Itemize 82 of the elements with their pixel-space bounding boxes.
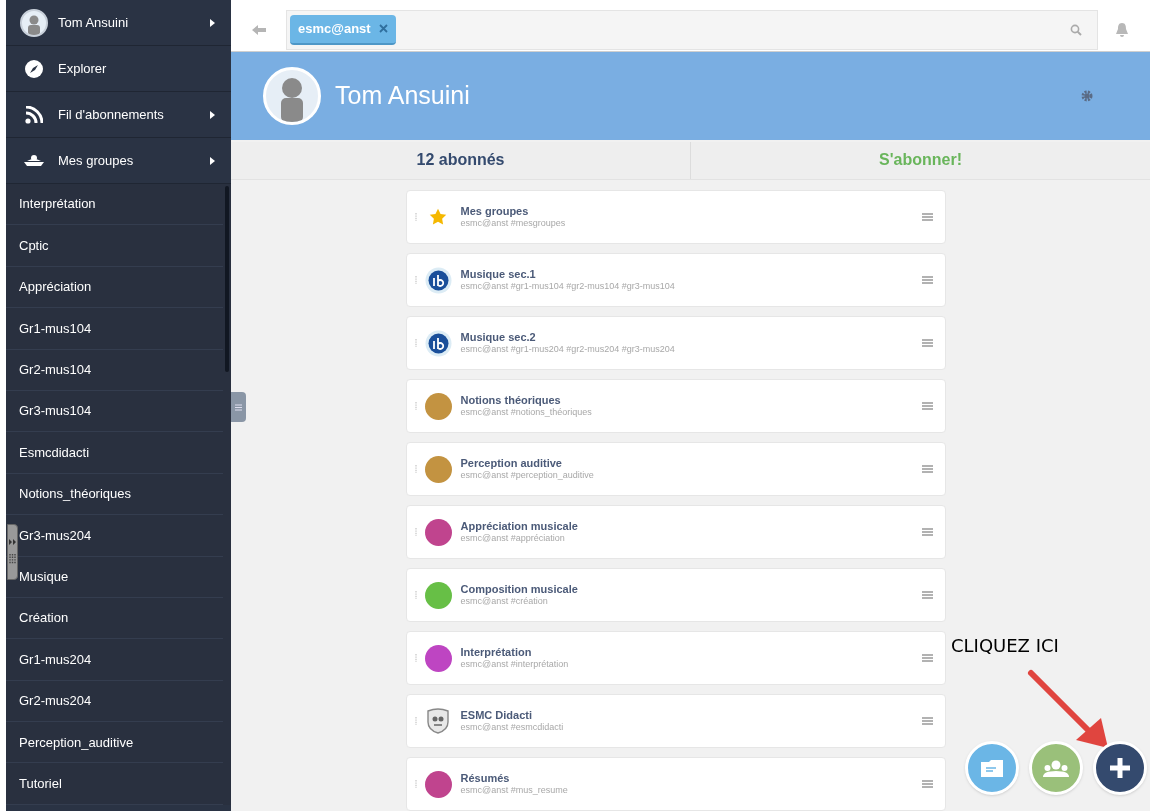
menu-icon[interactable]	[921, 276, 933, 284]
channel-card[interactable]: Musique sec.1 esmc@anst #gr1-mus104 #gr2-mus104 #gr3-mus104	[405, 253, 946, 307]
group-link[interactable]: Tutoriel	[6, 763, 223, 805]
channel-card[interactable]: Perception auditive esmc@anst #perception_auditive	[405, 442, 946, 496]
menu-icon[interactable]	[921, 717, 933, 725]
settings-icon[interactable]	[1081, 90, 1093, 103]
channel-title: Notions théoriques	[460, 393, 562, 408]
ib-logo-icon	[424, 266, 452, 294]
menu-item[interactable]: Tom Ansuini	[6, 0, 231, 46]
rss-icon	[25, 105, 43, 124]
close-icon[interactable]	[378, 24, 388, 34]
crest-icon	[426, 708, 450, 734]
channel-title: Musique sec.2	[460, 330, 537, 345]
channel-title: ESMC Didacti	[460, 708, 533, 723]
channel-card[interactable]: Musique sec.2 esmc@anst #gr1-mus204 #gr2-mus204 #gr3-mus204	[405, 316, 946, 370]
back-arrow-icon	[251, 24, 266, 35]
channel-title: Perception auditive	[460, 456, 563, 471]
compass-icon	[25, 59, 43, 78]
channel-title: Appréciation musicale	[460, 519, 579, 534]
channel-card[interactable]: ESMC Didacti esmc@anst #esmcdidacti	[405, 694, 946, 748]
menu-icon[interactable]	[921, 591, 933, 599]
group-link[interactable]: Gr2-mus204	[6, 680, 223, 723]
folder-button[interactable]	[965, 741, 1019, 795]
channel-tags: esmc@anst #notions_théoriques	[460, 407, 922, 419]
fast-forward-icon	[9, 539, 16, 545]
group-link[interactable]: Appréciation	[6, 266, 223, 309]
group-link[interactable]: Création	[6, 597, 223, 640]
channel-title: Résumés	[460, 771, 511, 786]
channel-title: Musique sec.1	[460, 267, 537, 282]
group-link[interactable]: Cptic	[6, 225, 223, 267]
channel-title: Interprétation	[460, 645, 533, 660]
star-icon	[429, 208, 447, 226]
bell-icon[interactable]	[1115, 21, 1129, 38]
group-link[interactable]: Gr1-mus104	[6, 308, 223, 350]
groups-icon	[24, 154, 44, 167]
menu-icon[interactable]	[921, 780, 933, 788]
menu-icon[interactable]	[921, 654, 933, 662]
channel-card[interactable]: Notions théoriques esmc@anst #notions_théoriques	[405, 379, 946, 433]
channel-tags: esmc@anst #interprétation	[460, 659, 922, 671]
channel-tags: esmc@anst #mus_resume	[460, 785, 922, 797]
followers-tab[interactable]: 12 abonnés	[231, 141, 690, 179]
channel-tags: esmc@anst #gr1-mus204 #gr2-mus204 #gr3-mus204	[460, 344, 922, 356]
channel-card[interactable]: Interprétation esmc@anst #interprétation	[405, 631, 946, 685]
annotation-text: CLIQUEZ ICI	[951, 634, 1059, 658]
add-button[interactable]	[1093, 741, 1147, 795]
floating-widget[interactable]	[7, 524, 18, 580]
channel-card[interactable]: Appréciation musicale esmc@anst #appréciation	[405, 505, 946, 559]
menu-icon[interactable]	[921, 465, 933, 473]
group-link[interactable]: Perception_auditive	[6, 722, 223, 764]
group-link[interactable]: Esmcdidacti	[6, 432, 223, 474]
group-link[interactable]: Gr1-mus204	[6, 639, 223, 681]
ib-logo-icon	[424, 329, 452, 357]
channel-tags: esmc@anst #perception_auditive	[460, 470, 922, 482]
channel-card[interactable]: Résumés esmc@anst #mus_resume	[405, 757, 946, 811]
channel-card[interactable]: Composition musicale esmc@anst #création	[405, 568, 946, 622]
folder-icon	[981, 759, 1003, 777]
channel-tags: esmc@anst #appréciation	[460, 533, 922, 545]
menu-icon[interactable]	[921, 213, 933, 221]
channel-card[interactable]: Mes groupes esmc@anst #mesgroupes	[405, 190, 946, 244]
search-icon[interactable]	[1070, 23, 1082, 36]
menu-icon[interactable]	[921, 402, 933, 410]
group-link[interactable]: Gr3-mus104	[6, 390, 223, 433]
group-button[interactable]	[1029, 741, 1083, 795]
people-icon	[1043, 759, 1069, 777]
avatar	[20, 8, 48, 37]
grip-icon	[9, 553, 16, 565]
profile-name: Tom Ansuini	[335, 80, 470, 112]
menu-icon[interactable]	[921, 339, 933, 347]
group-link[interactable]: Gr2-mus104	[6, 349, 223, 391]
group-link[interactable]: Interprétation	[6, 184, 223, 226]
scroll-handle[interactable]	[231, 392, 246, 422]
plus-icon	[1108, 756, 1132, 780]
avatar	[263, 67, 321, 126]
group-link[interactable]: Notions_théoriques	[6, 473, 223, 516]
menu-item[interactable]: Explorer	[6, 46, 231, 92]
channel-title: Mes groupes	[460, 204, 530, 219]
channel-tags: esmc@anst #création	[460, 596, 922, 608]
channel-tags: esmc@anst #mesgroupes	[460, 218, 922, 230]
menu-icon[interactable]	[921, 528, 933, 536]
channel-title: Composition musicale	[460, 582, 579, 597]
channel-tags: esmc@anst #gr1-mus104 #gr2-mus104 #gr3-mus104	[460, 281, 922, 293]
channel-tags: esmc@anst #esmcdidacti	[460, 722, 922, 734]
